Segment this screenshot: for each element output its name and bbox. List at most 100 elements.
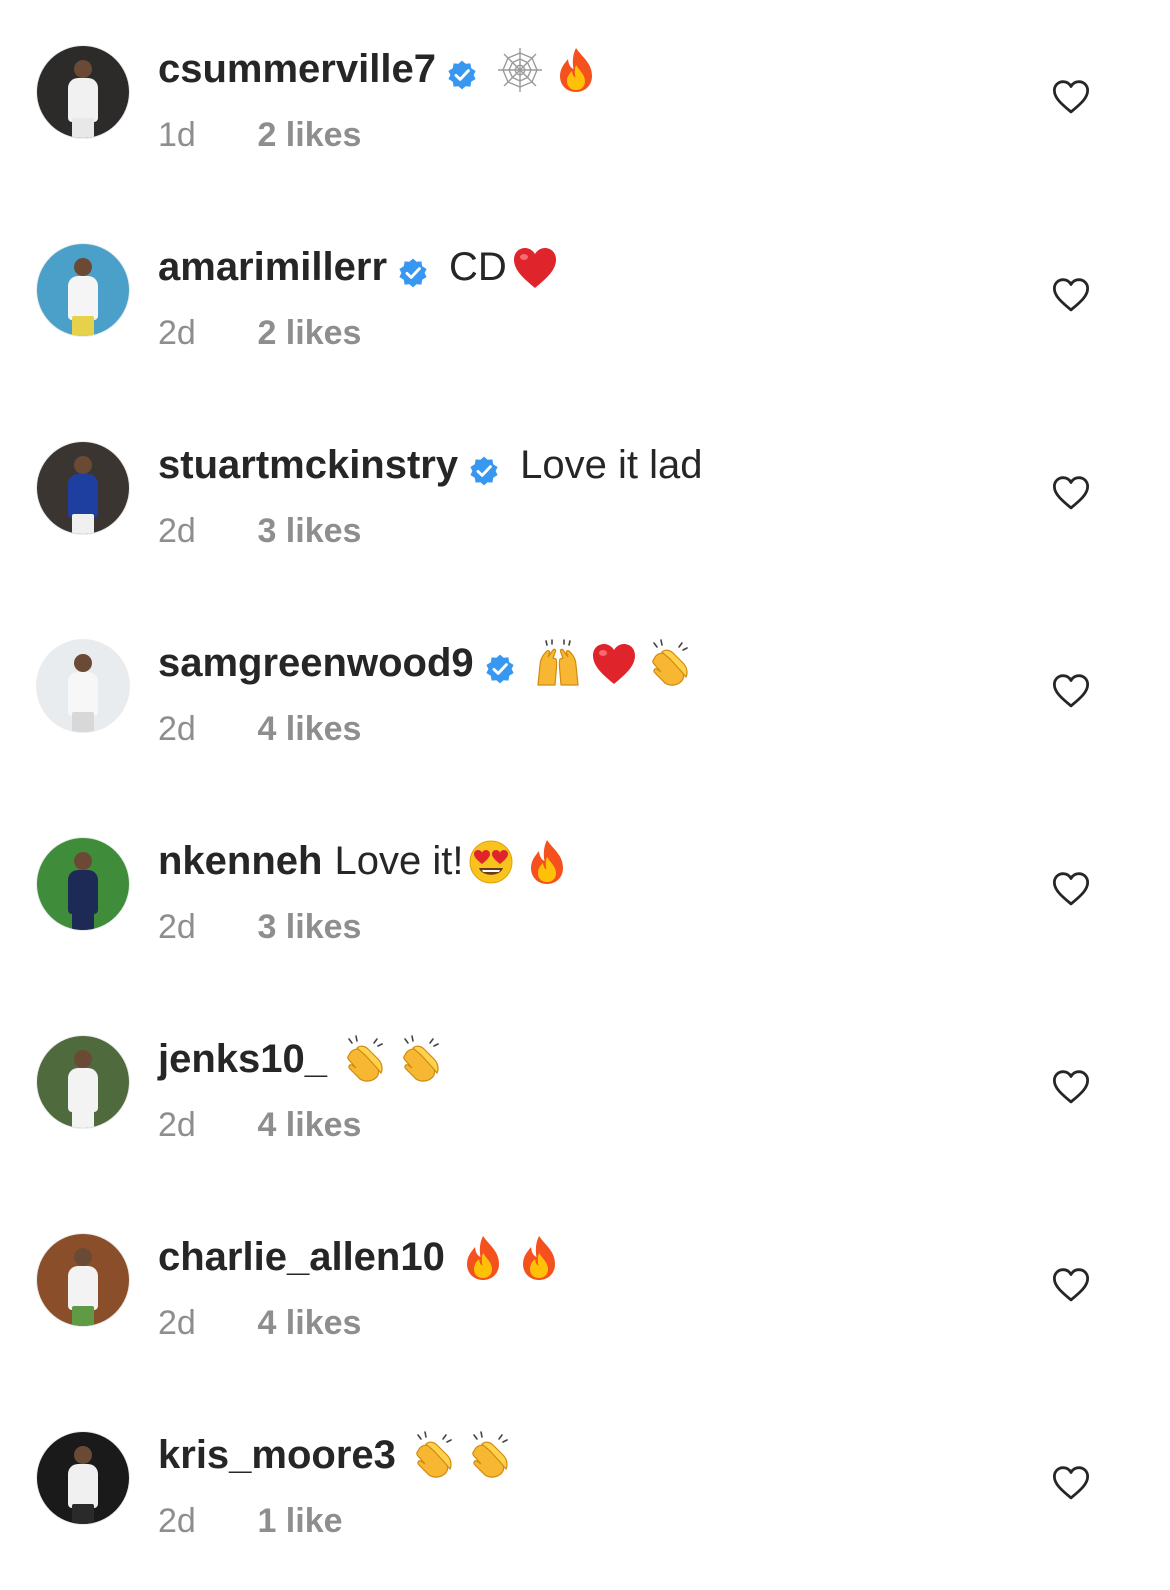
like-button[interactable] xyxy=(1050,1462,1092,1504)
heart-outline-icon xyxy=(1052,476,1090,510)
comment-username[interactable]: stuartmckinstry xyxy=(158,440,458,490)
avatar-head xyxy=(74,456,92,474)
comment-text: Love it! xyxy=(334,839,464,883)
comment-likes[interactable]: 2 likes xyxy=(257,311,361,355)
comment-time[interactable]: 2d xyxy=(158,707,218,751)
clapping-hands-icon xyxy=(410,1431,458,1481)
avatar-legs xyxy=(72,910,94,930)
clapping-hands-icon xyxy=(466,1431,514,1481)
heart-outline-icon xyxy=(1052,1070,1090,1104)
comment-username[interactable]: csummerville7 xyxy=(158,44,436,94)
avatar-legs xyxy=(72,118,94,138)
avatar[interactable] xyxy=(37,46,129,138)
comment-line: csummerville7 xyxy=(158,44,600,94)
avatar[interactable] xyxy=(37,1036,129,1128)
avatar-legs xyxy=(72,1108,94,1128)
avatar-head xyxy=(74,258,92,276)
comment-line: samgreenwood9 xyxy=(158,638,694,688)
like-button[interactable] xyxy=(1050,274,1092,316)
avatar-legs xyxy=(72,316,94,336)
avatar-body xyxy=(68,672,98,716)
heart-outline-icon xyxy=(1052,1466,1090,1500)
avatar-head xyxy=(74,1446,92,1464)
comment-line: stuartmckinstry Love it lad xyxy=(158,440,702,490)
spider-web-icon xyxy=(496,45,544,95)
avatar[interactable] xyxy=(37,1234,129,1326)
avatar[interactable] xyxy=(37,442,129,534)
comment-line: nkenneh Love it! xyxy=(158,836,571,886)
avatar-head xyxy=(74,60,92,78)
emoji-group xyxy=(463,835,571,887)
heart-eyes-icon xyxy=(467,837,515,887)
emoji-group xyxy=(488,43,600,95)
comment-time[interactable]: 2d xyxy=(158,509,218,553)
comment-username[interactable]: nkenneh xyxy=(158,836,322,886)
comment-line: charlie_allen10 xyxy=(158,1232,563,1282)
comment-username[interactable]: kris_moore3 xyxy=(158,1430,396,1480)
avatar-body xyxy=(68,78,98,122)
heart-outline-icon xyxy=(1052,278,1090,312)
verified-badge-icon xyxy=(446,53,478,90)
comment-meta: 2d 1 like xyxy=(158,1499,343,1543)
fire-icon xyxy=(552,45,600,95)
avatar-body xyxy=(68,870,98,914)
fire-icon xyxy=(515,1233,563,1283)
like-button[interactable] xyxy=(1050,76,1092,118)
verified-badge-icon xyxy=(484,647,516,684)
comment-likes[interactable]: 3 likes xyxy=(257,905,361,949)
heart-outline-icon xyxy=(1052,80,1090,114)
comment-time[interactable]: 2d xyxy=(158,1499,218,1543)
comment-item: samgreenwood9 2d 4 likes xyxy=(0,594,1170,792)
comment-time[interactable]: 2d xyxy=(158,1103,218,1147)
avatar-legs xyxy=(72,712,94,732)
comment-likes[interactable]: 1 like xyxy=(257,1499,342,1543)
comment-line: amarimillerr CD xyxy=(158,242,559,292)
comment-time[interactable]: 1d xyxy=(158,113,218,157)
comment-username[interactable]: samgreenwood9 xyxy=(158,638,474,688)
comment-likes[interactable]: 3 likes xyxy=(257,509,361,553)
avatar-body xyxy=(68,1266,98,1310)
fire-icon xyxy=(459,1233,507,1283)
avatar-body xyxy=(68,1068,98,1112)
comment-time[interactable]: 2d xyxy=(158,311,218,355)
verified-badge-icon xyxy=(397,251,429,288)
avatar-body xyxy=(68,1464,98,1508)
avatar-head xyxy=(74,852,92,870)
emoji-group xyxy=(396,1429,514,1481)
heart-outline-icon xyxy=(1052,1268,1090,1302)
raising-hands-icon xyxy=(534,639,582,689)
comment-item: charlie_allen10 2d 4 likes xyxy=(0,1188,1170,1386)
like-button[interactable] xyxy=(1050,1066,1092,1108)
comment-item: jenks10_ 2d 4 likes xyxy=(0,990,1170,1188)
avatar-body xyxy=(68,474,98,518)
comment-likes[interactable]: 4 likes xyxy=(257,1301,361,1345)
avatar[interactable] xyxy=(37,640,129,732)
comment-likes[interactable]: 2 likes xyxy=(257,113,361,157)
emoji-group xyxy=(526,637,694,689)
comment-text: Love it lad xyxy=(520,443,703,487)
comment-time[interactable]: 2d xyxy=(158,905,218,949)
comment-time[interactable]: 2d xyxy=(158,1301,218,1345)
heart-outline-icon xyxy=(1052,674,1090,708)
comment-line: kris_moore3 xyxy=(158,1430,514,1480)
comment-meta: 2d 3 likes xyxy=(158,905,361,949)
like-button[interactable] xyxy=(1050,1264,1092,1306)
comment-likes[interactable]: 4 likes xyxy=(257,707,361,751)
comment-item: amarimillerr CD 2d 2 likes xyxy=(0,198,1170,396)
comment-meta: 2d 4 likes xyxy=(158,707,361,751)
like-button[interactable] xyxy=(1050,472,1092,514)
comment-likes[interactable]: 4 likes xyxy=(257,1103,361,1147)
like-button[interactable] xyxy=(1050,670,1092,712)
avatar-legs xyxy=(72,1504,94,1524)
avatar-head xyxy=(74,1248,92,1266)
avatar-legs xyxy=(72,1306,94,1326)
comment-username[interactable]: charlie_allen10 xyxy=(158,1232,445,1282)
avatar[interactable] xyxy=(37,838,129,930)
like-button[interactable] xyxy=(1050,868,1092,910)
comment-username[interactable]: amarimillerr xyxy=(158,242,387,292)
avatar[interactable] xyxy=(37,244,129,336)
avatar[interactable] xyxy=(37,1432,129,1524)
comment-username[interactable]: jenks10_ xyxy=(158,1034,327,1084)
comment-meta: 1d 2 likes xyxy=(158,113,361,157)
avatar-body xyxy=(68,276,98,320)
